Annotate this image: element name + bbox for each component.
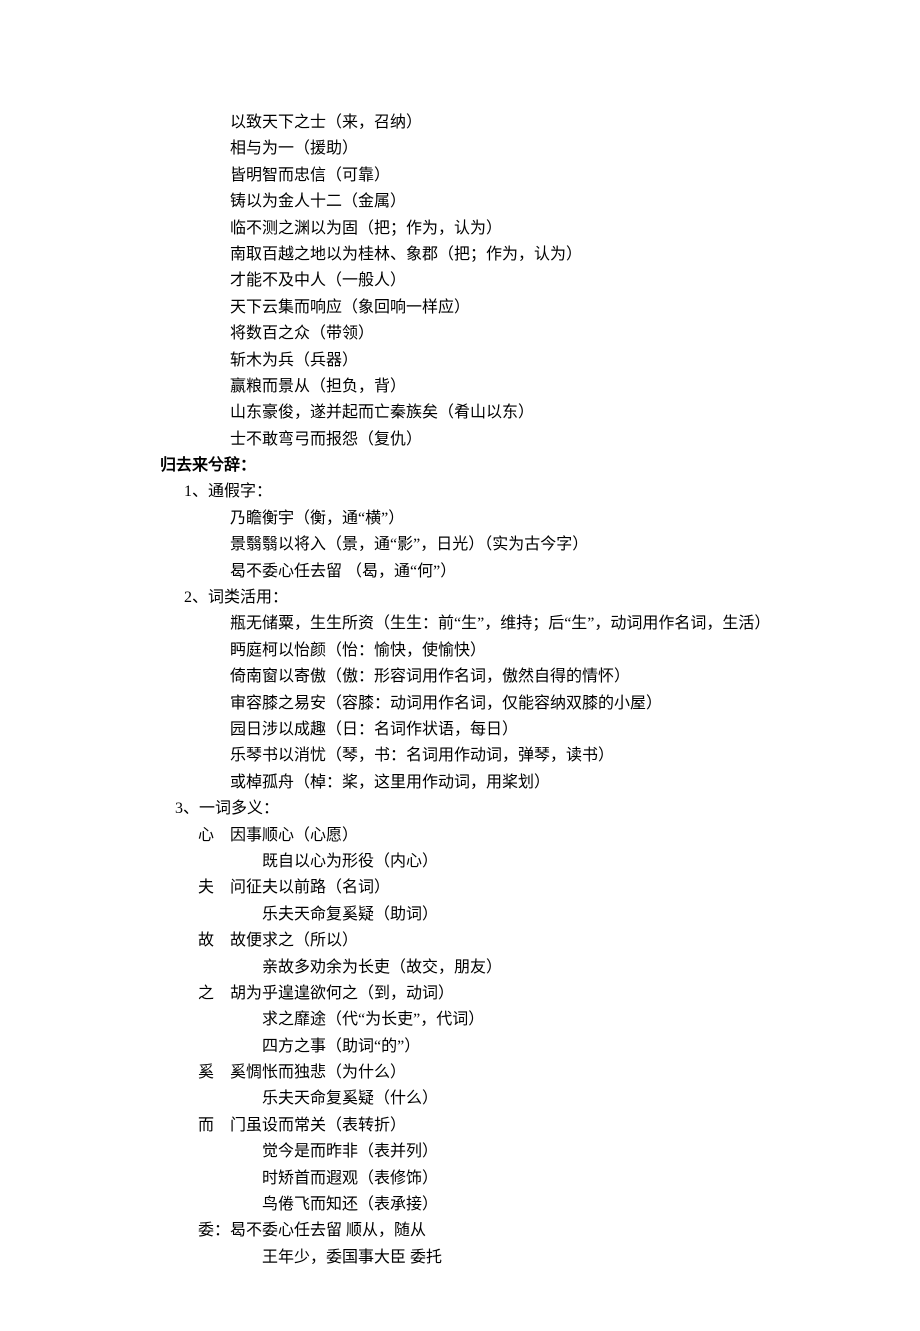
polysemy-row: 奚 奚惆怅而独悲（为什么） xyxy=(60,1060,860,1086)
polysemy-subline: 鸟倦飞而知还（表承接） xyxy=(60,1192,860,1218)
polysemy-subline: 时矫首而遐观（表修饰） xyxy=(60,1166,860,1192)
polysemy-key: 奚 xyxy=(60,1060,230,1086)
polysemy-key: 夫 xyxy=(60,875,230,901)
example-line: 铸以为金人十二（金属） xyxy=(60,189,860,215)
polysemy-text: 胡为乎遑遑欲何之（到，动词） xyxy=(230,981,860,1007)
polysemy-key: 故 xyxy=(60,928,230,954)
example-line: 士不敢弯弓而报怨（复仇） xyxy=(60,427,860,453)
example-line: 将数百之众（带领） xyxy=(60,321,860,347)
top-examples-block: 以致天下之士（来，召纳） 相与为一（援助） 皆明智而忠信（可靠） 铸以为金人十二… xyxy=(60,110,860,453)
example-line: 以致天下之士（来，召纳） xyxy=(60,110,860,136)
polysemy-row: 夫 问征夫以前路（名词） xyxy=(60,875,860,901)
cilei-line: 倚南窗以寄傲（傲：形容词用作名词，傲然自得的情怀） xyxy=(60,664,860,690)
tongjia-line: 景翳翳以将入（景，通“影”，日光）（实为古今字） xyxy=(60,532,860,558)
example-line: 皆明智而忠信（可靠） xyxy=(60,163,860,189)
polysemy-subline: 觉今是而昨非（表并列） xyxy=(60,1139,860,1165)
example-line: 南取百越之地以为桂林、象郡（把；作为，认为） xyxy=(60,242,860,268)
example-line: 斩木为兵（兵器） xyxy=(60,348,860,374)
example-line: 赢粮而景从（担负，背） xyxy=(60,374,860,400)
polysemy-text: 奚惆怅而独悲（为什么） xyxy=(230,1060,860,1086)
polysemy-row: 而 门虽设而常关（表转折） xyxy=(60,1113,860,1139)
polysemy-row: 之 胡为乎遑遑欲何之（到，动词） xyxy=(60,981,860,1007)
polysemy-subline: 王年少，委国事大臣 委托 xyxy=(60,1245,860,1271)
polysemy-subline: 既自以心为形役（内心） xyxy=(60,849,860,875)
example-line: 山东豪俊，遂并起而亡秦族矣（肴山以东） xyxy=(60,400,860,426)
polysemy-subline: 亲故多劝余为长吏（故交，朋友） xyxy=(60,955,860,981)
tongjia-line: 曷不委心任去留 （曷，通“何”） xyxy=(60,559,860,585)
polysemy-key: 心 xyxy=(60,823,230,849)
polysemy-row: 心 因事顺心（心愿） xyxy=(60,823,860,849)
polysemy-subline: 乐夫天命复奚疑（什么） xyxy=(60,1086,860,1112)
polysemy-key: 委： xyxy=(60,1218,230,1244)
polysemy-row: 委： 曷不委心任去留 顺从，随从 xyxy=(60,1218,860,1244)
cilei-line: 审容膝之易安（容膝：动词用作名词，仅能容纳双膝的小屋） xyxy=(60,691,860,717)
section-cileihuoyong: 2、词类活用： 瓶无储粟，生生所资（生生：前“生”，维持；后“生”，动词用作名词… xyxy=(60,585,860,796)
cilei-line: 园日涉以成趣（日：名词作状语，每日） xyxy=(60,717,860,743)
polysemy-row: 故 故便求之（所以） xyxy=(60,928,860,954)
polysemy-text: 曷不委心任去留 顺从，随从 xyxy=(230,1218,860,1244)
section-yiciduoyi: 3、一词多义： 心 因事顺心（心愿） 既自以心为形役（内心） 夫 问征夫以前路（… xyxy=(60,796,860,1271)
polysemy-key: 之 xyxy=(60,981,230,1007)
polysemy-text: 问征夫以前路（名词） xyxy=(230,875,860,901)
subhead-cilei: 2、词类活用： xyxy=(60,585,860,611)
polysemy-subline: 乐夫天命复奚疑（助词） xyxy=(60,902,860,928)
cilei-line: 乐琴书以消忧（琴，书：名词用作动词，弹琴，读书） xyxy=(60,743,860,769)
subhead-tongjia: 1、通假字： xyxy=(60,479,860,505)
polysemy-text: 故便求之（所以） xyxy=(230,928,860,954)
polysemy-text: 门虽设而常关（表转折） xyxy=(230,1113,860,1139)
cilei-line: 眄庭柯以怡颜（怡：愉快，使愉快） xyxy=(60,638,860,664)
polysemy-subline: 四方之事（助词“的”） xyxy=(60,1034,860,1060)
tongjia-line: 乃瞻衡宇（衡，通“横”） xyxy=(60,506,860,532)
example-line: 才能不及中人（一般人） xyxy=(60,268,860,294)
polysemy-text: 因事顺心（心愿） xyxy=(230,823,860,849)
cilei-line: 瓶无储粟，生生所资（生生：前“生”，维持；后“生”，动词用作名词，生活） xyxy=(60,611,860,637)
subhead-yici: 3、一词多义： xyxy=(60,796,860,822)
polysemy-subline: 求之靡途（代“为长吏”，代词） xyxy=(60,1007,860,1033)
cilei-line: 或棹孤舟（棹：桨，这里用作动词，用桨划） xyxy=(60,770,860,796)
polysemy-key: 而 xyxy=(60,1113,230,1139)
example-line: 临不测之渊以为固（把；作为，认为） xyxy=(60,216,860,242)
example-line: 相与为一（援助） xyxy=(60,136,860,162)
example-line: 天下云集而响应（象回响一样应） xyxy=(60,295,860,321)
section-tongjia: 1、通假字： 乃瞻衡宇（衡，通“横”） 景翳翳以将入（景，通“影”，日光）（实为… xyxy=(60,479,860,585)
section-title-guiqu: 归去来兮辞： xyxy=(60,453,860,479)
